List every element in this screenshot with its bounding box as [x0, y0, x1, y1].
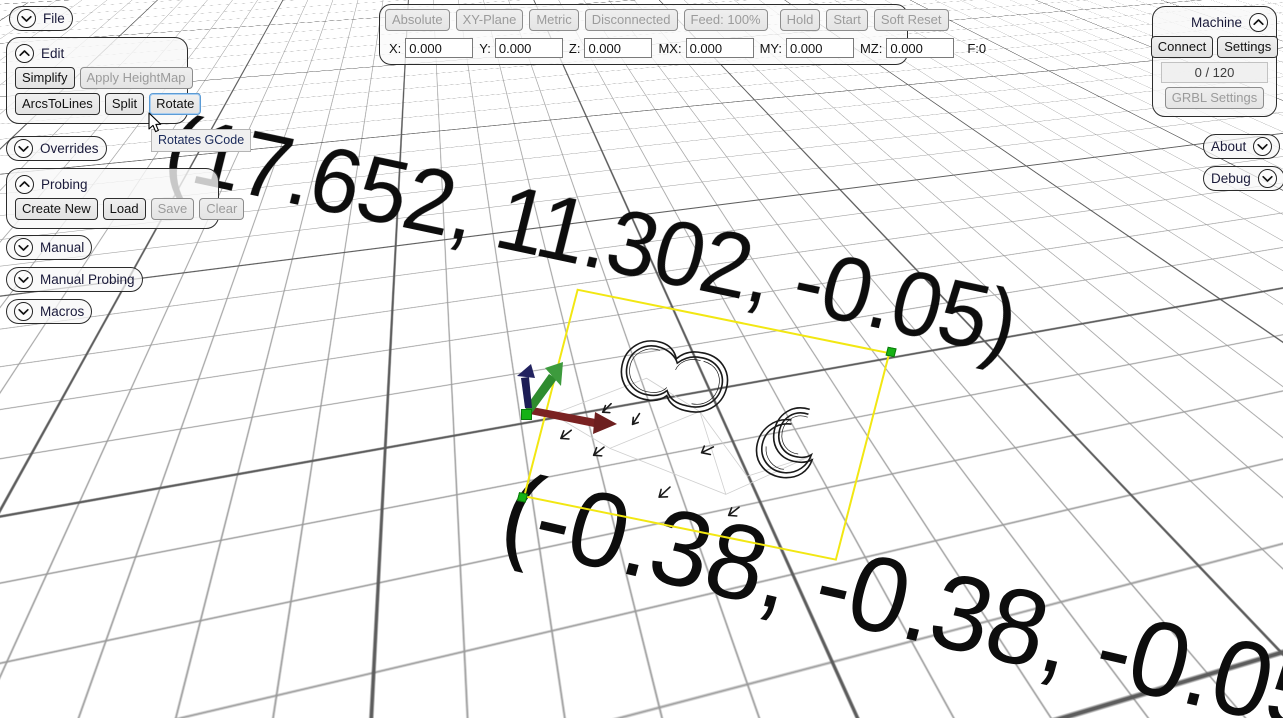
chevron-down-icon[interactable]	[14, 238, 33, 257]
sidebar-section-file[interactable]: File	[9, 6, 73, 31]
dro-field-x[interactable]	[405, 38, 474, 58]
connect-button[interactable]: Connect	[1150, 36, 1214, 58]
grbl-settings-row: GRBL Settings	[1161, 87, 1268, 109]
sidebar-section-machine-header[interactable]: Machine	[1159, 11, 1270, 33]
edit-button-row-2: ArcsToLines Split Rotate	[15, 93, 202, 115]
start-button[interactable]: Start	[826, 9, 868, 31]
sidebar-section-machine-label: Machine	[1190, 14, 1242, 30]
chevron-down-icon[interactable]	[1257, 169, 1277, 188]
sidebar-section-about-label: About	[1211, 139, 1247, 154]
dro-label-z: Z:	[568, 40, 581, 56]
sidebar-section-macros[interactable]: Macros	[6, 299, 93, 324]
chevron-down-icon[interactable]	[14, 270, 33, 289]
units-metric-button[interactable]: Metric	[529, 9, 579, 31]
job-progress-label: 0 / 120	[1194, 65, 1235, 80]
dro-readout-row: X: Y: Z: MX: MY: MZ: F:0	[385, 36, 986, 60]
dro-field-mz[interactable]	[886, 38, 955, 58]
arcs-to-lines-button[interactable]: ArcsToLines	[15, 93, 100, 115]
chevron-up-icon[interactable]	[15, 174, 34, 194]
tooltip-text: Rotates GCode	[158, 133, 245, 147]
sidebar-section-overrides[interactable]: Overrides	[6, 136, 107, 161]
feed-rate-readout: F:0	[967, 40, 987, 56]
machine-status-toolbar: Absolute XY-Plane Metric Disconnected Fe…	[379, 4, 986, 65]
dro-field-y[interactable]	[494, 38, 563, 58]
chevron-down-icon[interactable]	[1253, 137, 1273, 156]
split-button[interactable]: Split	[104, 93, 145, 115]
dro-label-my: MY:	[759, 40, 782, 56]
sidebar-section-manual-probing-label: Manual Probing	[40, 272, 135, 287]
sidebar-section-edit-header[interactable]: Edit	[13, 42, 181, 64]
status-button-row: Absolute XY-Plane Metric Disconnected Fe…	[385, 8, 949, 32]
dro-field-mx[interactable]	[685, 38, 754, 58]
dro-field-my[interactable]	[785, 38, 854, 58]
dro-label-y: Y:	[479, 40, 491, 56]
dro-field-z[interactable]	[584, 38, 653, 58]
chevron-down-icon[interactable]	[17, 9, 36, 28]
feed-override-button[interactable]: Feed: 100%	[683, 9, 768, 31]
sidebar-section-edit-label: Edit	[41, 45, 65, 61]
sidebar-section-file-label: File	[43, 11, 65, 26]
sidebar-section-debug-label: Debug	[1211, 171, 1251, 186]
probing-button-row: Create New Load Save Clear	[15, 198, 245, 220]
dro-label-x: X:	[389, 40, 402, 56]
plane-xy-button[interactable]: XY-Plane	[455, 9, 524, 31]
simplify-button[interactable]: Simplify	[15, 67, 75, 89]
sidebar-section-probing: Probing Create New Load Save Clear	[6, 168, 245, 229]
rotate-button[interactable]: Rotate	[149, 93, 202, 115]
sidebar-section-probing-label: Probing	[41, 176, 88, 192]
hold-button[interactable]: Hold	[779, 9, 821, 31]
work-origin-handle[interactable]	[521, 409, 532, 420]
probing-load-button[interactable]: Load	[102, 198, 146, 220]
machine-button-row: Connect Settings	[1150, 36, 1279, 58]
sidebar-section-overrides-label: Overrides	[40, 141, 99, 156]
edit-button-row-1: Simplify Apply HeightMap	[15, 67, 193, 89]
apply-heightmap-button[interactable]: Apply HeightMap	[79, 67, 193, 89]
sidebar-section-macros-label: Macros	[40, 304, 85, 319]
sidebar-section-manual-label: Manual	[40, 240, 85, 255]
sidebar-section-machine: Machine Connect Settings 0 / 120 GRBL Se…	[1150, 6, 1279, 117]
probing-create-new-button[interactable]: Create New	[15, 198, 98, 220]
job-progress-bar: 0 / 120	[1161, 62, 1268, 83]
sidebar-section-manual[interactable]: Manual	[6, 235, 93, 260]
rotate-button-tooltip: Rotates GCode	[151, 129, 252, 152]
sidebar-section-debug[interactable]: Debug	[1203, 166, 1283, 191]
probing-clear-button[interactable]: Clear	[199, 198, 245, 220]
dro-label-mz: MZ:	[859, 40, 883, 56]
mode-absolute-button[interactable]: Absolute	[385, 9, 450, 31]
sidebar-section-manual-probing[interactable]: Manual Probing	[6, 267, 143, 292]
grbl-settings-button[interactable]: GRBL Settings	[1164, 87, 1265, 109]
connection-status-button[interactable]: Disconnected	[584, 9, 678, 31]
dro-label-mx: MX:	[658, 40, 682, 56]
chevron-down-icon[interactable]	[14, 302, 33, 321]
probing-save-button[interactable]: Save	[150, 198, 195, 220]
chevron-down-icon[interactable]	[14, 139, 33, 158]
sidebar-section-probing-header[interactable]: Probing	[13, 173, 212, 195]
soft-reset-button[interactable]: Soft Reset	[873, 9, 949, 31]
sidebar-section-about[interactable]: About	[1203, 134, 1281, 159]
chevron-up-icon[interactable]	[15, 43, 34, 63]
gcode-sender-window: (17.652, 11.302, -0.05) (-0.38, -0.38, -…	[0, 0, 1283, 718]
machine-settings-button[interactable]: Settings	[1217, 36, 1279, 58]
chevron-up-icon[interactable]	[1249, 12, 1268, 32]
sidebar-section-edit: Edit Simplify Apply HeightMap ArcsToLine…	[6, 37, 202, 124]
